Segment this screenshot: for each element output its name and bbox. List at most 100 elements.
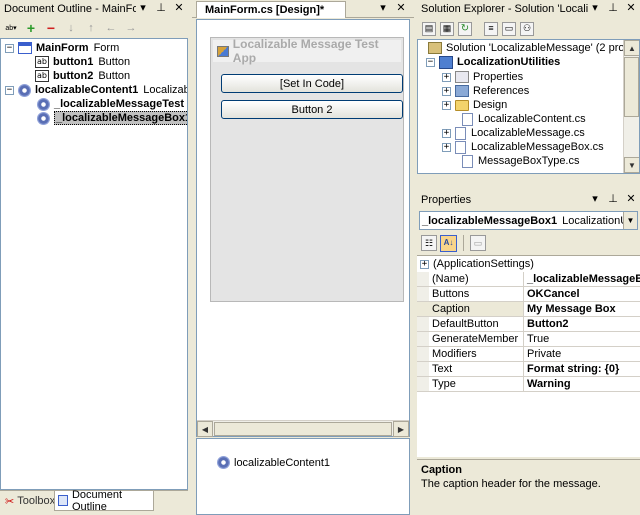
class-diagram-icon[interactable]: ⚇: [520, 21, 534, 36]
chevron-down-icon[interactable]: ▼: [623, 212, 637, 229]
add-icon[interactable]: +: [24, 21, 38, 35]
form-title-bar[interactable]: Localizable Message Test App: [213, 37, 401, 65]
tree-node-name: button2: [53, 70, 94, 82]
collapse-icon[interactable]: −: [5, 85, 14, 95]
tab-document-outline[interactable]: Document Outline: [54, 489, 154, 513]
property-row-modifiers[interactable]: Modifiers Private: [417, 347, 640, 362]
set-in-code-button[interactable]: [Set In Code]: [221, 74, 403, 93]
tree-node-localizablecontent1[interactable]: − localizableContent1 Localizable: [5, 83, 187, 97]
expand-icon[interactable]: +: [420, 260, 429, 269]
move-left-icon[interactable]: ←: [104, 21, 118, 35]
properties-icon[interactable]: ▤: [422, 21, 436, 36]
tree-node-localizablemessagebox1-selected[interactable]: _localizableMessageBox1: [37, 111, 187, 125]
button-control-icon: ab: [35, 56, 49, 68]
expand-icon[interactable]: +: [442, 142, 451, 152]
property-row-name[interactable]: (Name) _localizableMessageBo: [417, 272, 640, 287]
property-value[interactable]: Button2: [524, 317, 640, 332]
move-right-icon[interactable]: →: [124, 21, 138, 35]
button-2[interactable]: Button 2: [221, 100, 403, 119]
view-designer-icon[interactable]: ▭: [502, 21, 516, 36]
description-text: The caption header for the message.: [421, 478, 601, 490]
show-all-files-icon[interactable]: ▦: [440, 21, 454, 36]
property-pages-icon[interactable]: ▭: [470, 235, 486, 251]
tree-node-mainform[interactable]: − MainForm Form: [5, 41, 119, 55]
scroll-right-arrow[interactable]: ▶: [393, 421, 409, 437]
solution-item-design[interactable]: + Design: [442, 98, 507, 112]
view-code-icon[interactable]: ≡: [484, 21, 498, 36]
solution-item-localizablemessagebox-cs[interactable]: + LocalizableMessageBox.cs: [442, 140, 604, 154]
auto-hide-pin-icon[interactable]: ⊥: [606, 193, 620, 207]
move-up-icon[interactable]: ↑: [84, 21, 98, 35]
property-value[interactable]: OKCancel: [524, 287, 640, 302]
window-position-dropdown-icon[interactable]: ▾: [588, 193, 602, 207]
solution-item-references[interactable]: + References: [442, 84, 529, 98]
set-in-code-button-label: [Set In Code]: [279, 77, 345, 90]
property-row-buttons[interactable]: Buttons OKCancel: [417, 287, 640, 302]
csharp-project-icon: [439, 55, 453, 69]
refresh-icon[interactable]: ↻: [458, 21, 472, 36]
auto-hide-pin-icon[interactable]: ⊥: [154, 2, 168, 16]
property-row-text[interactable]: Text Format string: {0}: [417, 362, 640, 377]
solution-node[interactable]: Solution 'LocalizableMessage' (2 project…: [428, 41, 639, 55]
window-position-dropdown-icon[interactable]: ▾: [588, 2, 602, 16]
expand-icon[interactable]: +: [442, 72, 451, 82]
solution-item-localizablemessage-cs[interactable]: + LocalizableMessage.cs: [442, 126, 585, 140]
tab-toolbox[interactable]: ✂ Toolbox: [2, 492, 58, 510]
tree-node-button2[interactable]: ab button2 Button: [35, 69, 130, 83]
property-row-generatemember[interactable]: GenerateMember True: [417, 332, 640, 347]
project-node-localizationutilities[interactable]: − LocalizationUtilities: [426, 55, 560, 69]
vertical-scroll-thumb[interactable]: [624, 57, 639, 117]
tray-item-localizablecontent1[interactable]: localizableContent1: [217, 456, 330, 469]
tab-mainform-design[interactable]: MainForm.cs [Design]*: [196, 1, 346, 18]
tree-node-button1[interactable]: ab button1 Button: [35, 55, 130, 69]
view-options-icon[interactable]: ab▾: [4, 21, 18, 35]
close-icon[interactable]: ✕: [624, 193, 638, 207]
scroll-up-arrow[interactable]: ▲: [624, 40, 639, 56]
document-outline-icon: [58, 495, 68, 506]
property-value[interactable]: Private: [524, 347, 640, 362]
horizontal-scroll-thumb[interactable]: [214, 422, 392, 436]
property-value[interactable]: Warning: [524, 377, 640, 392]
auto-hide-pin-icon[interactable]: ⊥: [606, 2, 620, 16]
property-value[interactable]: True: [524, 332, 640, 347]
folder-icon: [455, 99, 469, 111]
properties-title-buttons: ▾ ⊥ ✕: [588, 191, 638, 208]
move-down-icon[interactable]: ↓: [64, 21, 78, 35]
properties-title-bar: Properties ▾ ⊥ ✕: [417, 191, 640, 208]
remove-icon[interactable]: −: [44, 21, 58, 35]
expand-icon[interactable]: +: [442, 128, 451, 138]
solution-item-localizablecontent-cs[interactable]: LocalizableContent.cs: [462, 112, 586, 126]
close-icon[interactable]: ✕: [394, 2, 408, 16]
designer-horizontal-scrollbar[interactable]: ◀ ▶: [197, 420, 409, 437]
expand-icon[interactable]: +: [442, 86, 451, 96]
collapse-icon[interactable]: −: [426, 57, 435, 67]
property-value[interactable]: My Message Box: [524, 302, 640, 317]
solution-vertical-scrollbar[interactable]: ▲ ▼: [623, 40, 639, 173]
solution-item-label: References: [473, 85, 530, 97]
scroll-left-arrow[interactable]: ◀: [197, 421, 213, 437]
design-form[interactable]: Localizable Message Test App [Set In Cod…: [210, 37, 404, 302]
close-icon[interactable]: ✕: [172, 2, 186, 16]
form-title: Localizable Message Test App: [232, 37, 379, 65]
object-selector-dropdown[interactable]: _localizableMessageBox1 LocalizationUtil…: [419, 211, 638, 230]
property-value[interactable]: Format string: {0}: [524, 362, 640, 377]
window-position-dropdown-icon[interactable]: ▾: [136, 2, 150, 16]
collapse-icon[interactable]: −: [5, 43, 14, 53]
property-row-type[interactable]: Type Warning: [417, 377, 640, 392]
property-row-caption-selected[interactable]: Caption My Message Box: [417, 302, 640, 317]
close-icon[interactable]: ✕: [624, 2, 638, 16]
categorized-icon[interactable]: ☷: [421, 235, 437, 251]
designer-tab-buttons: ▾ ✕: [376, 0, 408, 17]
property-row-defaultbutton[interactable]: DefaultButton Button2: [417, 317, 640, 332]
form-app-icon: [217, 45, 229, 57]
expand-icon[interactable]: +: [442, 100, 451, 110]
tree-node-name: localizableContent1: [35, 84, 139, 96]
solution-item-messageboxtype-cs[interactable]: MessageBoxType.cs: [462, 154, 580, 168]
alphabetical-icon[interactable]: A↓: [440, 234, 457, 252]
property-value[interactable]: _localizableMessageBo: [524, 272, 640, 287]
solution-item-properties[interactable]: + Properties: [442, 70, 523, 84]
property-category-applicationsettings[interactable]: + (ApplicationSettings): [417, 257, 640, 272]
active-files-dropdown-icon[interactable]: ▾: [376, 2, 390, 16]
tree-node-localizablemessagetest[interactable]: _localizableMessageTest I: [37, 97, 187, 111]
scroll-down-arrow[interactable]: ▼: [624, 157, 639, 173]
